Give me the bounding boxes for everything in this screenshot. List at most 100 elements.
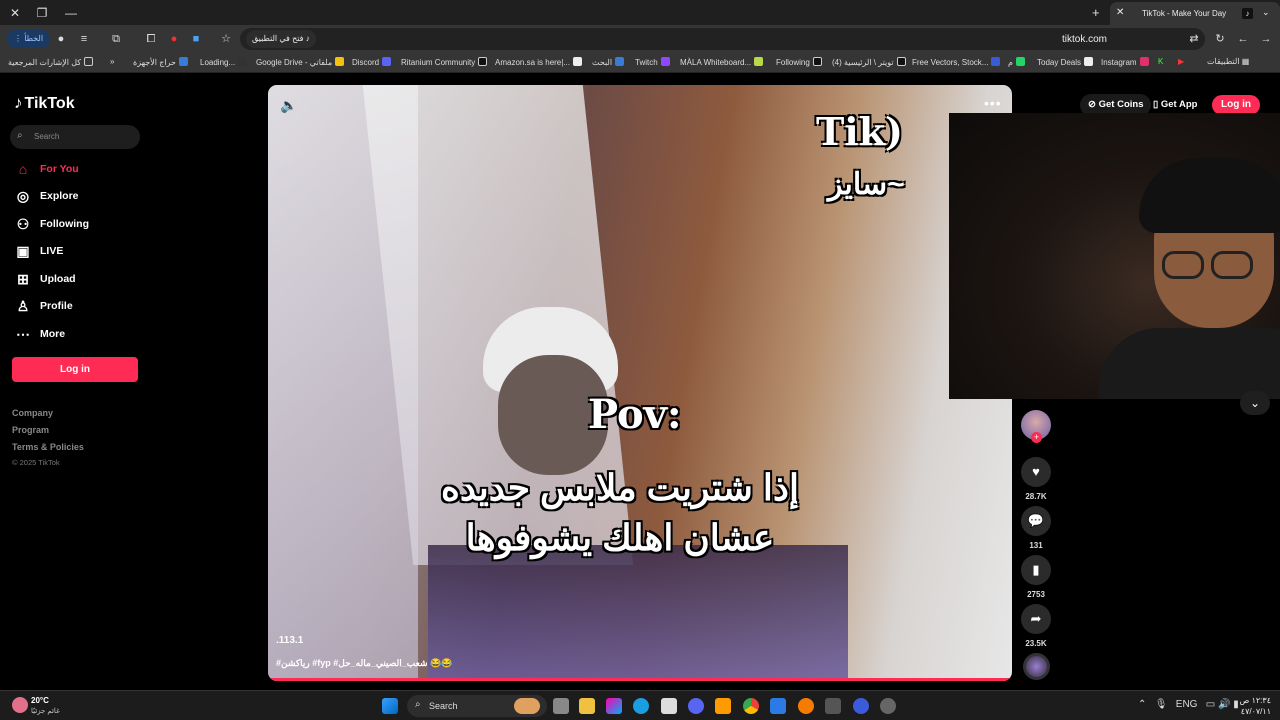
close-window-icon[interactable]: ✕ xyxy=(6,4,24,22)
video-more-icon[interactable]: ••• xyxy=(984,95,1002,111)
bookmark-item[interactable]: البحث xyxy=(592,57,625,67)
volume-icon[interactable]: 🔊 xyxy=(1218,699,1230,710)
address-url[interactable]: tiktok.com xyxy=(1062,34,1107,45)
discord-icon[interactable] xyxy=(688,698,704,714)
bookmark-item[interactable]: Instagram xyxy=(1101,57,1149,67)
task-view-icon[interactable] xyxy=(553,698,569,714)
nav-more[interactable]: ⋯ More xyxy=(12,323,142,345)
share-action[interactable]: ➦ 23.5K xyxy=(1021,604,1051,648)
nav-profile[interactable]: ♙ Profile xyxy=(12,295,142,317)
close-tab-icon[interactable]: ✕ xyxy=(1116,7,1124,18)
music-disc-icon[interactable] xyxy=(1023,653,1050,680)
chevron-up-icon[interactable]: ⌃ xyxy=(1138,699,1146,710)
open-in-app-chip[interactable]: فتح في التطبيق ♪ xyxy=(246,30,316,48)
bookmark-item[interactable]: Ritanium Community xyxy=(401,57,488,67)
reload-icon[interactable]: ↻ xyxy=(1212,31,1228,47)
video-progress-bar[interactable] xyxy=(268,678,1012,681)
nav-for-you[interactable]: ⌂ For You xyxy=(12,158,142,180)
heart-icon[interactable]: ♥ xyxy=(1021,457,1051,487)
tune-icon[interactable]: ⇄ xyxy=(1186,31,1202,47)
mail-icon[interactable] xyxy=(770,698,786,714)
chevron-icon[interactable]: » xyxy=(110,57,114,66)
edge-icon[interactable] xyxy=(633,698,649,714)
video-author-handle[interactable]: .113.1 xyxy=(276,635,303,646)
obs-icon[interactable] xyxy=(880,698,896,714)
comment-icon[interactable]: 💬 xyxy=(1021,506,1051,536)
address-bar[interactable]: tiktok.com xyxy=(240,28,1205,50)
battery-icon[interactable]: ▮ xyxy=(1233,699,1239,710)
tiktok-favicon-icon: ♪ xyxy=(1242,8,1253,19)
bookmark-item[interactable]: (4) تويتر \ الرئيسية xyxy=(832,57,906,67)
chrome-icon[interactable] xyxy=(743,698,759,714)
forward-icon[interactable]: → xyxy=(1258,31,1274,47)
footer-program[interactable]: Program xyxy=(12,425,49,435)
save-action[interactable]: ▮ 2753 xyxy=(1021,555,1051,599)
video-hashtags[interactable]: #رياكشن #fyp #شعب_الصيني_ماله_حل 😂😂 xyxy=(276,658,452,669)
nav-explore[interactable]: ◎ Explore xyxy=(12,185,142,207)
browser-tab[interactable]: ✕ TikTok - Make Your Day ♪ ⌄ xyxy=(1110,2,1280,25)
bookmark-icon[interactable]: ▮ xyxy=(1021,555,1051,585)
new-tab-icon[interactable]: + xyxy=(1092,5,1100,20)
calculator-icon[interactable] xyxy=(825,698,841,714)
network-icon[interactable]: ▭ xyxy=(1206,699,1215,710)
nav-live[interactable]: ▣ LIVE xyxy=(12,240,142,262)
store-icon[interactable] xyxy=(661,698,677,714)
extension-blue-icon[interactable]: ■ xyxy=(188,31,204,47)
search-input[interactable]: ⌕ Search xyxy=(10,125,140,149)
illustrator-icon[interactable] xyxy=(715,698,731,714)
app-icon[interactable] xyxy=(853,698,869,714)
bookmark-item[interactable]: Free Vectors, Stock... xyxy=(912,57,1001,67)
copilot-icon[interactable] xyxy=(606,698,622,714)
bookmark-all-bookmarks[interactable]: كل الإشارات المرجعية xyxy=(8,57,94,67)
chevron-down-icon[interactable]: ⌄ xyxy=(1240,391,1270,415)
bookmark-item[interactable]: حراج الأجهزة xyxy=(133,57,188,67)
follow-plus-icon[interactable]: + xyxy=(1031,432,1042,443)
comment-action[interactable]: 💬 131 xyxy=(1021,506,1051,550)
footer-company[interactable]: Company xyxy=(12,408,53,418)
like-action[interactable]: ♥ 28.7K xyxy=(1021,457,1051,501)
minimize-window-icon[interactable]: — xyxy=(62,4,80,22)
bookmark-item[interactable]: Google Drive - ملفاتي xyxy=(256,57,345,67)
microphone-icon[interactable]: 🎙 xyxy=(1155,699,1168,710)
bookmark-item[interactable]: م xyxy=(1008,57,1025,67)
puzzle-icon[interactable]: ⧠ xyxy=(143,31,159,47)
bookmark-item[interactable]: Discord xyxy=(352,57,392,67)
creator-avatar[interactable]: + xyxy=(1021,410,1051,443)
tiktok-logo[interactable]: ♪ TikTok xyxy=(14,93,75,113)
bookmark-apps[interactable]: التطبيقات ▦ xyxy=(1207,57,1249,66)
windows-start-icon[interactable] xyxy=(382,698,398,714)
blender-icon[interactable] xyxy=(798,698,814,714)
bookmark-item[interactable]: Today Deals xyxy=(1037,57,1094,67)
language-indicator[interactable]: ENG xyxy=(1176,699,1198,710)
login-top-button[interactable]: Log in xyxy=(1212,95,1260,115)
reading-list-icon[interactable]: ≡ xyxy=(76,31,92,47)
profile-avatar-icon[interactable]: ● xyxy=(53,31,69,47)
bookmark-item[interactable]: Following xyxy=(776,57,822,67)
bookmark-item[interactable]: Twitch xyxy=(635,57,670,67)
bookmark-item[interactable]: MÀLA Whiteboard... xyxy=(680,57,764,67)
login-button[interactable]: Log in xyxy=(12,357,138,382)
bookmark-icon xyxy=(179,57,188,66)
footer-terms[interactable]: Terms & Policies xyxy=(12,442,84,452)
video-player[interactable]: Tik) سايز~ Pov: إذا شتريت ملابس جديده عش… xyxy=(268,85,1012,681)
bookmark-star-icon[interactable]: ☆ xyxy=(218,31,234,47)
bookmark-item[interactable]: Amazon.sa is here|... xyxy=(495,57,582,67)
file-explorer-icon[interactable] xyxy=(579,698,595,714)
bookmark-item[interactable]: Loading... xyxy=(200,57,248,67)
error-button[interactable]: ⋮ الخطأ xyxy=(7,30,51,48)
system-tray[interactable]: ⌃ 🎙 ENG ▭ 🔊 ▮ xyxy=(1138,699,1239,710)
youtube-icon[interactable]: ▶ xyxy=(1178,57,1184,66)
nav-following[interactable]: ⚇ Following xyxy=(12,213,142,235)
back-icon[interactable]: ← xyxy=(1235,31,1251,47)
extension-red-icon[interactable]: ● xyxy=(166,31,182,47)
volume-icon[interactable]: 🔈 xyxy=(280,97,297,114)
tab-search-icon[interactable]: ⌄ xyxy=(1262,7,1270,18)
kick-icon[interactable]: K xyxy=(1158,57,1163,66)
bookmark-label: Following xyxy=(776,58,810,67)
share-icon[interactable]: ➦ xyxy=(1021,604,1051,634)
taskbar-clock[interactable]: ١٢:٣٤ ص ٤٧/٠٧/١١ xyxy=(1239,695,1271,717)
extensions-icon[interactable]: ⧉ xyxy=(108,31,124,47)
restore-window-icon[interactable]: ❐ xyxy=(33,4,51,22)
nav-upload[interactable]: ⊞ Upload xyxy=(12,268,142,290)
copyright: © 2025 TikTok xyxy=(12,458,60,467)
